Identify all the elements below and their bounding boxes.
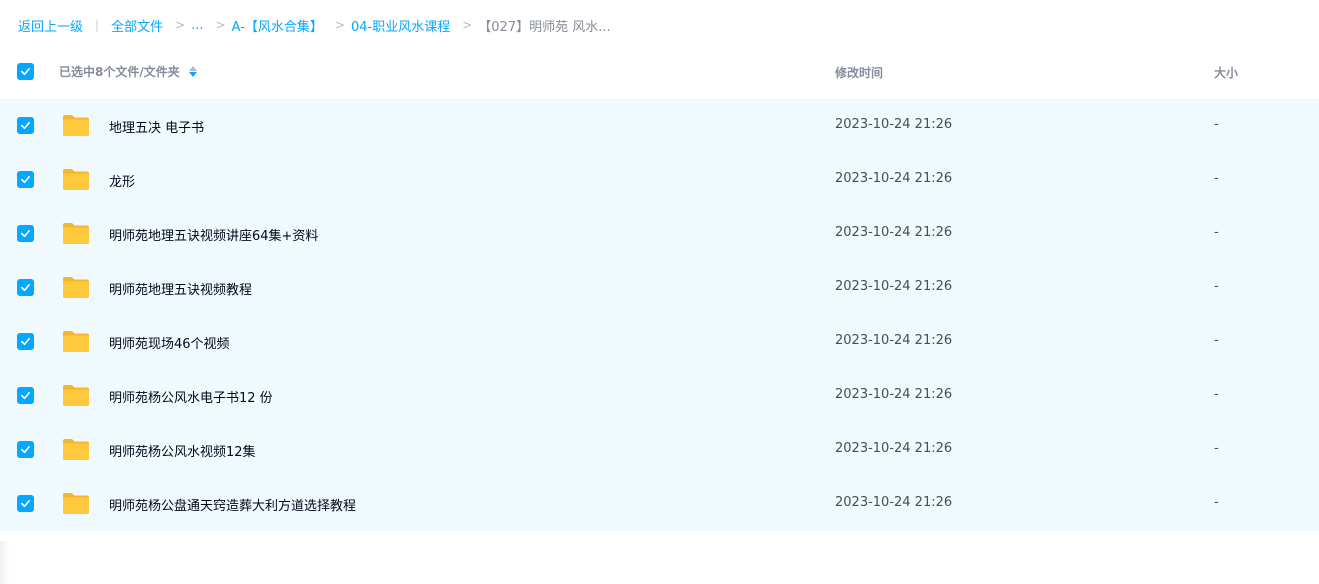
folder-icon — [63, 277, 89, 298]
check-icon — [21, 499, 30, 508]
file-size: - — [1214, 225, 1219, 240]
row-checkbox[interactable] — [17, 279, 34, 296]
folder-icon — [63, 439, 89, 460]
table-row[interactable]: 明师苑地理五诀视频讲座64集+资料 2023-10-24 21:26 - — [0, 207, 1319, 261]
row-checkbox[interactable] — [17, 117, 34, 134]
check-icon — [21, 337, 30, 346]
file-modified: 2023-10-24 21:26 — [835, 333, 953, 348]
file-modified: 2023-10-24 21:26 — [835, 279, 953, 294]
table-row[interactable]: 明师苑现场46个视频 2023-10-24 21:26 - — [0, 315, 1319, 369]
file-modified: 2023-10-24 21:26 — [835, 441, 953, 456]
check-icon — [21, 391, 30, 400]
row-checkbox[interactable] — [17, 333, 34, 350]
sort-icon[interactable] — [188, 66, 197, 77]
file-modified: 2023-10-24 21:26 — [835, 117, 953, 132]
folder-icon — [63, 331, 89, 352]
table-row[interactable]: 龙形 2023-10-24 21:26 - — [0, 153, 1319, 207]
file-name[interactable]: 明师苑现场46个视频 — [109, 333, 230, 352]
file-name[interactable]: 明师苑杨公风水电子书12 份 — [109, 387, 273, 406]
check-icon — [21, 283, 30, 292]
check-icon — [21, 229, 30, 238]
file-size: - — [1214, 279, 1219, 294]
folder-icon — [63, 115, 89, 136]
modified-column-header[interactable]: 修改时间 — [835, 64, 883, 81]
row-checkbox[interactable] — [17, 171, 34, 188]
table-row[interactable]: 明师苑地理五诀视频教程 2023-10-24 21:26 - — [0, 261, 1319, 315]
row-checkbox[interactable] — [17, 495, 34, 512]
name-column-header[interactable]: 已选中8个文件/文件夹 — [59, 63, 197, 80]
row-checkbox[interactable] — [17, 225, 34, 242]
row-checkbox[interactable] — [17, 387, 34, 404]
file-name[interactable]: 明师苑杨公风水视频12集 — [109, 441, 256, 460]
breadcrumb-level1[interactable]: A-【风水合集】 — [232, 16, 323, 35]
breadcrumb-divider: | — [95, 18, 100, 32]
size-column-header[interactable]: 大小 — [1214, 64, 1238, 81]
table-row[interactable]: 明师苑杨公盘通天窍造葬大利方道选择教程 2023-10-24 21:26 - — [0, 477, 1319, 531]
check-icon — [21, 175, 30, 184]
folder-icon — [63, 223, 89, 244]
file-size: - — [1214, 333, 1219, 348]
file-modified: 2023-10-24 21:26 — [835, 495, 953, 510]
file-size: - — [1214, 441, 1219, 456]
file-size: - — [1214, 387, 1219, 402]
file-list-header: 已选中8个文件/文件夹 修改时间 大小 — [0, 52, 1319, 92]
file-name[interactable]: 明师苑地理五诀视频讲座64集+资料 — [109, 225, 318, 244]
panel-edge — [0, 541, 10, 584]
file-modified: 2023-10-24 21:26 — [835, 225, 953, 240]
file-list: 地理五决 电子书 2023-10-24 21:26 - 龙形 2023-10-2… — [0, 99, 1319, 531]
file-name[interactable]: 明师苑杨公盘通天窍造葬大利方道选择教程 — [109, 495, 356, 514]
table-row[interactable]: 地理五决 电子书 2023-10-24 21:26 - — [0, 99, 1319, 153]
table-row[interactable]: 明师苑杨公风水电子书12 份 2023-10-24 21:26 - — [0, 369, 1319, 423]
back-link[interactable]: 返回上一级 — [18, 16, 83, 35]
breadcrumb-level2[interactable]: 04-职业风水课程 — [351, 16, 450, 35]
check-icon — [21, 445, 30, 454]
breadcrumb-all-files[interactable]: 全部文件 — [111, 16, 163, 35]
file-modified: 2023-10-24 21:26 — [835, 387, 953, 402]
folder-icon — [63, 493, 89, 514]
file-modified: 2023-10-24 21:26 — [835, 171, 953, 186]
table-row[interactable]: 明师苑杨公风水视频12集 2023-10-24 21:26 - — [0, 423, 1319, 477]
breadcrumb-ellipsis[interactable]: ... — [191, 18, 203, 33]
chevron-right-icon: > — [334, 18, 345, 32]
folder-icon — [63, 169, 89, 190]
file-size: - — [1214, 495, 1219, 510]
file-size: - — [1214, 171, 1219, 186]
check-icon — [21, 67, 30, 76]
folder-icon — [63, 385, 89, 406]
file-name[interactable]: 地理五决 电子书 — [109, 117, 204, 136]
breadcrumb: 返回上一级 | 全部文件 > ... > A-【风水合集】 > 04-职业风水课… — [18, 15, 611, 35]
file-size: - — [1214, 117, 1219, 132]
chevron-right-icon: > — [175, 18, 186, 32]
row-checkbox[interactable] — [17, 441, 34, 458]
chevron-right-icon: > — [215, 18, 226, 32]
select-all-checkbox[interactable] — [17, 63, 34, 80]
file-name[interactable]: 明师苑地理五诀视频教程 — [109, 279, 252, 298]
selected-count-label: 已选中8个文件/文件夹 — [59, 65, 180, 79]
file-name[interactable]: 龙形 — [109, 171, 135, 190]
chevron-right-icon: > — [462, 18, 473, 32]
breadcrumb-current: 【027】明师苑 风水... — [478, 19, 611, 35]
check-icon — [21, 121, 30, 130]
